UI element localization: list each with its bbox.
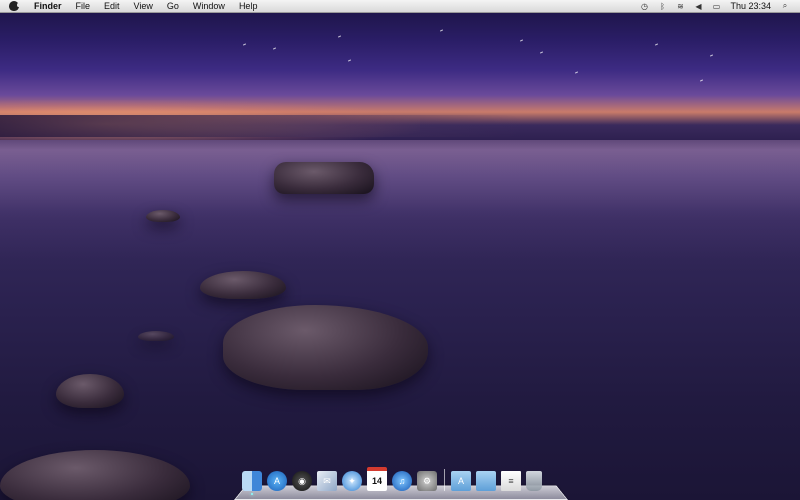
- star-trail: [519, 39, 524, 42]
- system-preferences-icon[interactable]: ⚙: [417, 471, 437, 491]
- star-trail: [699, 79, 704, 82]
- menu-view[interactable]: View: [127, 0, 160, 12]
- dashboard-icon[interactable]: ◉: [292, 471, 312, 491]
- battery-icon[interactable]: ▭: [710, 1, 722, 11]
- star-trail: [242, 43, 247, 46]
- finder-icon[interactable]: [242, 471, 262, 495]
- dock: A ◉ ✉ ✦ 14 ♫ ⚙ A ≡: [234, 465, 568, 500]
- desktop-wallpaper[interactable]: [0, 0, 800, 500]
- rock: [138, 331, 174, 341]
- applications-folder-icon[interactable]: A: [451, 471, 471, 491]
- menu-bar: Finder File Edit View Go Window Help ◷ ᛒ…: [0, 0, 800, 13]
- wifi-icon[interactable]: ≋: [674, 1, 686, 11]
- itunes-icon[interactable]: ♫: [392, 471, 412, 491]
- star-trail: [347, 59, 352, 62]
- star-trail: [709, 54, 714, 57]
- water-haze: [0, 140, 800, 260]
- menu-file[interactable]: File: [69, 0, 98, 12]
- menu-window[interactable]: Window: [186, 0, 232, 12]
- document-icon[interactable]: ≡: [501, 471, 521, 491]
- menu-go[interactable]: Go: [160, 0, 186, 12]
- star-trail: [539, 51, 544, 54]
- menu-help[interactable]: Help: [232, 0, 265, 12]
- menu-finder[interactable]: Finder: [27, 0, 69, 12]
- spotlight-search-icon[interactable]: ⌕: [779, 1, 791, 11]
- star-trail: [272, 47, 277, 50]
- bluetooth-icon[interactable]: ᛒ: [656, 1, 668, 11]
- dock-separator: [444, 469, 445, 491]
- menu-clock[interactable]: Thu 23:34: [725, 1, 776, 11]
- star-trail: [439, 29, 444, 32]
- cloud-band: [0, 115, 520, 137]
- rock: [200, 271, 286, 299]
- trash-icon[interactable]: [526, 471, 542, 491]
- apple-menu-icon[interactable]: [9, 1, 20, 11]
- running-indicator: [251, 493, 253, 495]
- star-trail: [654, 43, 659, 46]
- mail-icon[interactable]: ✉: [317, 471, 337, 491]
- rock: [56, 374, 124, 408]
- star-trail: [337, 35, 342, 38]
- rock: [146, 210, 180, 222]
- menu-edit[interactable]: Edit: [97, 0, 127, 12]
- volume-icon[interactable]: ◀: [692, 1, 704, 11]
- calendar-icon[interactable]: 14: [367, 467, 387, 491]
- rock: [223, 305, 428, 390]
- documents-folder-icon[interactable]: [476, 471, 496, 491]
- calendar-date: 14: [371, 476, 382, 486]
- rock: [274, 162, 374, 194]
- star-trail: [574, 71, 579, 74]
- safari-icon[interactable]: ✦: [342, 471, 362, 491]
- time-machine-icon[interactable]: ◷: [638, 1, 650, 11]
- app-store-icon[interactable]: A: [267, 471, 287, 491]
- rock: [0, 450, 190, 500]
